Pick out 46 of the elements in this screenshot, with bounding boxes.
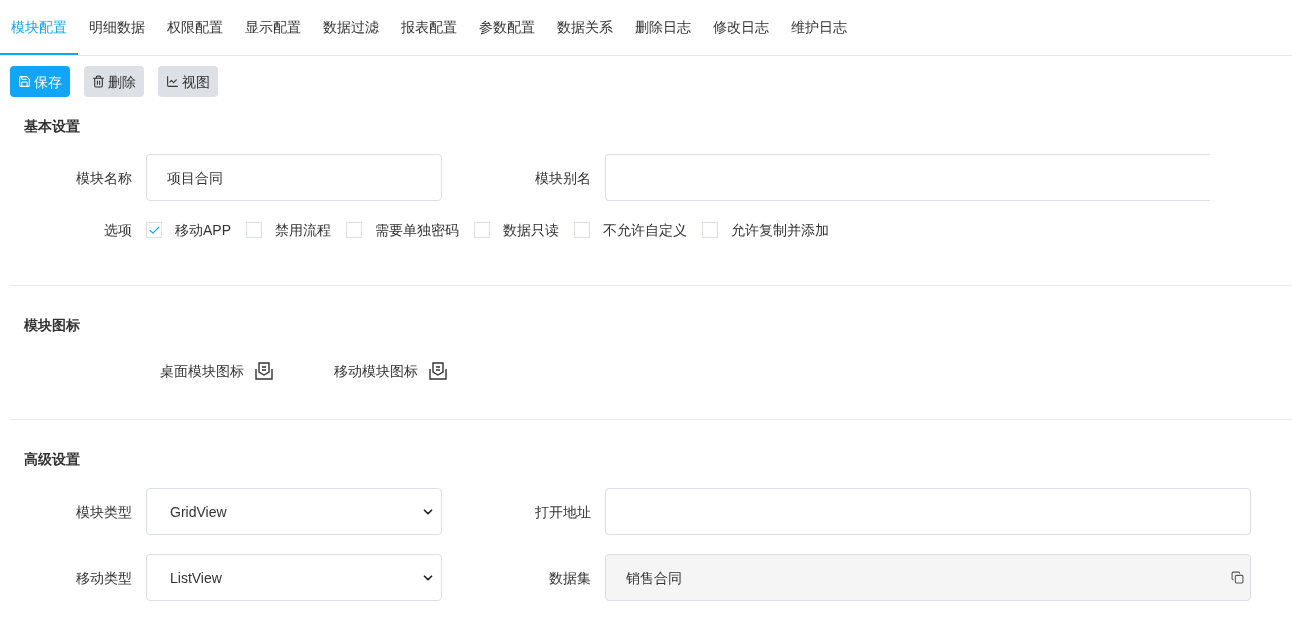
view-button[interactable]: 视图 [158, 66, 218, 97]
checkbox[interactable] [574, 222, 590, 238]
tab[interactable]: 权限配置 [156, 0, 234, 55]
icon-label: 桌面模块图标 [160, 362, 244, 381]
field-label: 数据集 [548, 568, 592, 588]
delete-button[interactable]: 删除 [84, 66, 144, 97]
input-field[interactable]: 项目合同 [146, 154, 442, 201]
field-label: 选项 [103, 221, 133, 240]
section-title: 模块图标 [24, 316, 80, 335]
field-label: 模块名称 [75, 168, 133, 188]
mail-icon [428, 361, 448, 381]
icon-label: 移动模块图标 [334, 362, 418, 381]
tab[interactable]: 报表配置 [390, 0, 468, 55]
field-label: 模块类型 [75, 502, 133, 522]
tab[interactable]: 数据关系 [546, 0, 624, 55]
input-field[interactable] [605, 154, 1210, 201]
checkbox-label: 允许复制并添加 [731, 221, 829, 240]
tab[interactable]: 维护日志 [780, 0, 858, 55]
mail-icon [254, 361, 274, 381]
checkbox[interactable] [474, 222, 490, 238]
tab[interactable]: 删除日志 [624, 0, 702, 55]
checkbox-label: 需要单独密码 [375, 221, 459, 240]
tab[interactable]: 数据过滤 [312, 0, 390, 55]
field-label: 模块别名 [534, 168, 592, 188]
checkbox[interactable] [246, 222, 262, 238]
checkbox-label: 不允许自定义 [603, 221, 687, 240]
checkbox[interactable] [346, 222, 362, 238]
section-title: 基本设置 [24, 117, 80, 136]
checkbox[interactable] [702, 222, 718, 238]
copy-icon [1231, 571, 1244, 584]
input-field[interactable] [605, 488, 1251, 535]
tab[interactable]: 明细数据 [78, 0, 156, 55]
save-icon [18, 75, 31, 88]
section-title: 高级设置 [24, 450, 80, 469]
tab[interactable]: 参数配置 [468, 0, 546, 55]
select-field[interactable]: ListView [146, 554, 442, 601]
checkbox-label: 移动APP [175, 221, 231, 240]
checkbox[interactable] [146, 222, 162, 238]
tab[interactable]: 修改日志 [702, 0, 780, 55]
checkbox-label: 禁用流程 [275, 221, 331, 240]
field-label: 打开地址 [534, 502, 592, 522]
tab[interactable]: 显示配置 [234, 0, 312, 55]
select-field[interactable]: GridView [146, 488, 442, 535]
input-field[interactable]: 销售合同 [605, 554, 1251, 601]
checkbox-label: 数据只读 [503, 221, 559, 240]
field-label: 移动类型 [75, 568, 133, 588]
